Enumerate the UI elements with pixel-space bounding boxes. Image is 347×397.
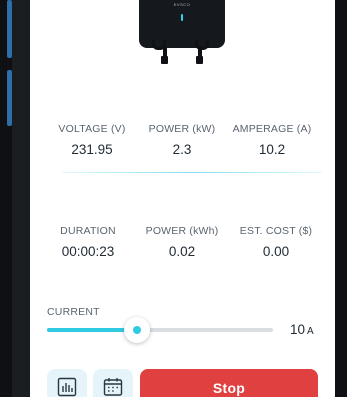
stop-button[interactable]: Stop xyxy=(140,369,318,397)
app-screen: EVSCO VOLTAGE (V) 231.95 POWER (kW) 2.3 … xyxy=(30,0,335,397)
voltage-label: VOLTAGE (V) xyxy=(58,123,126,135)
voltage-metric: VOLTAGE (V) 231.95 xyxy=(50,123,134,157)
calendar-icon xyxy=(103,377,123,397)
phone-frame-right xyxy=(335,0,347,397)
duration-label: DURATION xyxy=(60,225,116,237)
phone-side-button xyxy=(7,70,12,126)
metrics-divider xyxy=(62,172,322,173)
power-kwh-metric: POWER (kWh) 0.02 xyxy=(140,225,224,259)
phone-frame-left xyxy=(0,0,30,397)
amperage-label: AMPERAGE (A) xyxy=(232,123,312,135)
power-kwh-value: 0.02 xyxy=(168,244,196,259)
current-label: CURRENT xyxy=(47,306,100,318)
bar-chart-icon xyxy=(57,377,77,397)
voltage-value: 231.95 xyxy=(71,142,113,157)
current-value-number: 10 xyxy=(290,322,306,337)
power-kw-value: 2.3 xyxy=(172,142,192,157)
est-cost-value: 0.00 xyxy=(262,244,290,259)
current-slider-thumb[interactable] xyxy=(124,317,151,343)
charger-brand: EVSCO xyxy=(173,2,191,7)
amperage-metric: AMPERAGE (A) 10.2 xyxy=(228,123,316,157)
stats-button[interactable] xyxy=(47,369,87,397)
current-value-unit: A xyxy=(307,326,314,337)
schedule-button[interactable] xyxy=(93,369,133,397)
duration-metric: DURATION 00:00:23 xyxy=(46,225,130,259)
power-kw-label: POWER (kW) xyxy=(148,123,216,135)
duration-value: 00:00:23 xyxy=(61,244,115,259)
phone-side-button xyxy=(7,0,12,58)
charger-led xyxy=(181,14,183,21)
current-value: 10 A xyxy=(290,322,314,337)
amperage-value: 10.2 xyxy=(258,142,286,157)
power-kw-metric: POWER (kW) 2.3 xyxy=(140,123,224,157)
current-slider[interactable] xyxy=(47,317,273,343)
power-kwh-label: POWER (kWh) xyxy=(145,225,219,237)
est-cost-label: EST. COST ($) xyxy=(239,225,313,237)
est-cost-metric: EST. COST ($) 0.00 xyxy=(232,225,320,259)
